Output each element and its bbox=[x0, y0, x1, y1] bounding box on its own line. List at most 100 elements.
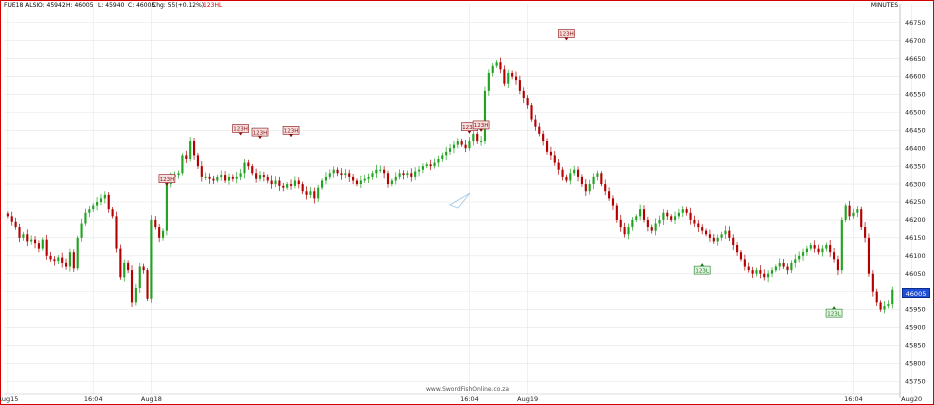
candle-body bbox=[363, 178, 366, 181]
candle-body bbox=[623, 227, 626, 235]
candle-body bbox=[829, 245, 832, 253]
candle-body bbox=[251, 166, 254, 174]
candle-body bbox=[336, 169, 339, 174]
candle bbox=[402, 170, 405, 180]
candle bbox=[344, 169, 347, 179]
candle-body bbox=[10, 216, 13, 222]
candle-body bbox=[747, 266, 750, 271]
y-tick-label: 46650 bbox=[905, 55, 926, 63]
candle bbox=[774, 264, 777, 273]
candle-body bbox=[887, 304, 890, 306]
candle-body bbox=[154, 219, 157, 228]
candle-body bbox=[871, 273, 874, 292]
candle-body bbox=[138, 266, 141, 289]
candle-body bbox=[297, 180, 300, 185]
candle bbox=[425, 162, 428, 169]
candle-body bbox=[844, 205, 847, 220]
candle-body bbox=[464, 144, 467, 149]
candle bbox=[336, 167, 339, 177]
candle-body bbox=[514, 76, 518, 81]
candle bbox=[138, 262, 141, 294]
candle bbox=[417, 166, 421, 177]
candle-body bbox=[782, 262, 785, 267]
candle bbox=[96, 196, 99, 211]
candle bbox=[146, 267, 149, 301]
candle bbox=[522, 87, 525, 104]
candle-body bbox=[301, 184, 304, 192]
interval-label[interactable]: MINUTES bbox=[871, 2, 898, 9]
candle bbox=[189, 137, 192, 162]
candle bbox=[778, 258, 781, 271]
candle bbox=[476, 131, 479, 144]
candle-body bbox=[759, 270, 762, 274]
candle bbox=[262, 171, 265, 182]
marker-label: 123L bbox=[695, 268, 709, 274]
candle-body bbox=[189, 141, 192, 159]
candle-body bbox=[429, 164, 432, 167]
candle bbox=[871, 270, 874, 297]
x-tick-label: Aug19 bbox=[517, 395, 538, 403]
candle bbox=[468, 137, 471, 151]
candle bbox=[177, 170, 180, 179]
candle bbox=[770, 267, 774, 278]
low-value: L: 45940 bbox=[98, 2, 125, 9]
candle-body bbox=[220, 175, 223, 177]
candle bbox=[728, 226, 731, 242]
candle-body bbox=[22, 234, 25, 238]
candle-body bbox=[836, 259, 840, 271]
candle bbox=[235, 171, 238, 184]
y-tick-label: 46200 bbox=[905, 216, 926, 224]
candle-body bbox=[239, 173, 242, 177]
candle bbox=[891, 286, 894, 309]
candle-body bbox=[130, 270, 134, 303]
candlestick-chart[interactable]: 123H123H123H 123H123H123H123H123L123L 457… bbox=[0, 0, 934, 405]
candle bbox=[518, 75, 521, 95]
candle-body bbox=[794, 259, 797, 263]
marker-pointer bbox=[467, 130, 472, 134]
candle bbox=[576, 166, 580, 182]
candle bbox=[76, 235, 79, 271]
candle-body bbox=[774, 266, 777, 271]
candle-body bbox=[639, 209, 642, 217]
candle bbox=[631, 217, 634, 231]
candle-body bbox=[503, 69, 506, 84]
watermark: www.SwordFishOnline.co.za bbox=[426, 386, 510, 393]
candle bbox=[747, 262, 750, 273]
candle-body bbox=[177, 173, 180, 176]
y-tick-label: 46350 bbox=[905, 162, 926, 170]
candle bbox=[499, 57, 502, 74]
candle-body bbox=[367, 176, 370, 179]
candle-body bbox=[386, 173, 390, 185]
candle-body bbox=[580, 176, 584, 185]
candle bbox=[289, 179, 293, 190]
candle bbox=[538, 122, 541, 137]
candle bbox=[37, 240, 40, 253]
candle-body bbox=[165, 184, 168, 231]
marker-pointer bbox=[289, 134, 294, 138]
candle-body bbox=[278, 180, 281, 186]
candle-body bbox=[767, 273, 770, 278]
candle bbox=[615, 203, 618, 223]
candle-body bbox=[317, 187, 320, 199]
candle bbox=[848, 200, 851, 221]
candle bbox=[142, 263, 145, 274]
candle bbox=[817, 244, 820, 255]
candle bbox=[685, 206, 688, 216]
candle-body bbox=[247, 162, 250, 167]
marker-pointer bbox=[564, 37, 569, 41]
x-tick-label: Aug20 bbox=[901, 395, 922, 403]
candle-body bbox=[600, 173, 603, 185]
candle-body bbox=[534, 119, 537, 127]
candle-body bbox=[123, 262, 126, 278]
candle-body bbox=[115, 216, 118, 249]
candle bbox=[666, 209, 669, 220]
candle-body bbox=[258, 175, 262, 179]
candle-body bbox=[825, 245, 828, 249]
candle-body bbox=[716, 237, 719, 242]
candle-body bbox=[720, 234, 723, 238]
candle-body bbox=[522, 90, 525, 99]
candle bbox=[18, 223, 21, 243]
candle bbox=[111, 207, 114, 219]
candle-body bbox=[805, 248, 808, 253]
candle bbox=[650, 224, 653, 234]
